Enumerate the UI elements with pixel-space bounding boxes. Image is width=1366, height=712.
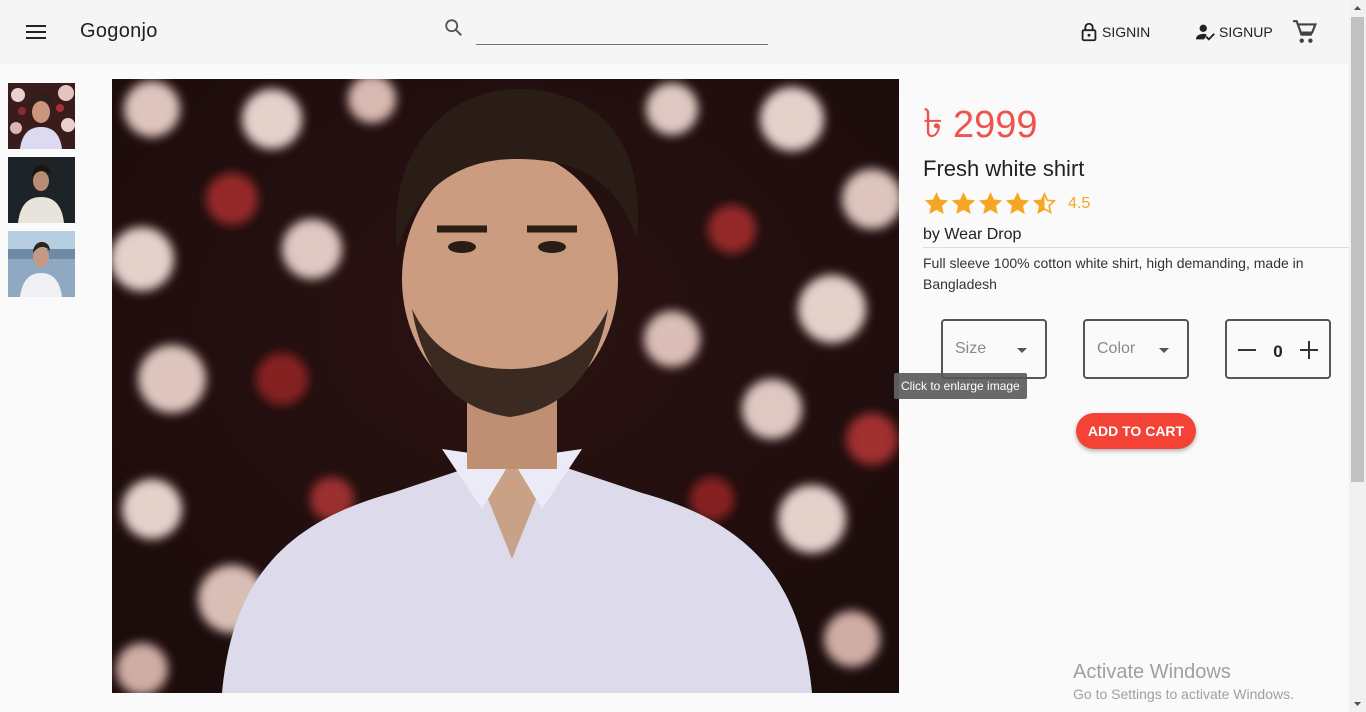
color-select[interactable]: Color [1083, 319, 1189, 379]
person-check-icon [1195, 24, 1215, 41]
rating-value: 4.5 [1068, 195, 1091, 212]
scrollbar-thumb[interactable] [1351, 17, 1364, 482]
thumbnail-2[interactable] [8, 157, 75, 223]
product-photo [112, 79, 899, 693]
caret-down-icon [1017, 348, 1027, 353]
plus-icon[interactable] [1300, 341, 1318, 359]
thumbnail-image [8, 231, 75, 297]
thumbnail-image [8, 157, 75, 223]
star-icon [1005, 192, 1030, 214]
lock-icon [1081, 22, 1097, 42]
divider [923, 247, 1349, 248]
star-icon [978, 192, 1003, 214]
product-description: Full sleeve 100% cotton white shirt, hig… [923, 255, 1304, 292]
star-icon [924, 192, 949, 214]
price-value: 2999 [952, 104, 1038, 146]
product-title: Fresh white shirt [923, 156, 1085, 181]
size-select[interactable]: Size [941, 319, 1047, 379]
signin-label: SIGNIN [1102, 24, 1151, 40]
page-scrollbar[interactable] [1349, 0, 1366, 712]
product-brand[interactable]: Wear Drop [944, 226, 1021, 243]
signup-label: SIGNUP [1219, 24, 1273, 40]
product-brand-line: by Wear Drop [923, 226, 1021, 244]
scroll-up-arrow-icon[interactable] [1349, 0, 1366, 17]
quantity-value: 0 [1273, 342, 1283, 361]
search-icon [445, 19, 463, 37]
color-select-label: Color [1097, 340, 1136, 357]
scroll-down-arrow-icon[interactable] [1349, 695, 1366, 712]
by-prefix: by [923, 226, 940, 243]
star-icon [951, 192, 976, 214]
windows-activation-watermark: Activate Windows Go to Settings to activ… [1073, 661, 1294, 702]
size-select-label: Size [955, 340, 987, 357]
thumbnail-3[interactable] [8, 231, 75, 297]
watermark-line-2: Go to Settings to activate Windows. [1073, 686, 1294, 702]
product-rating: 4.5 [923, 192, 1090, 216]
thumbnail-image [8, 83, 75, 149]
minus-icon[interactable] [1238, 341, 1256, 359]
quantity-stepper: 0 [1225, 319, 1331, 379]
thumbnail-1[interactable] [8, 83, 75, 149]
rating-stars [923, 192, 1058, 216]
add-to-cart-button[interactable]: ADD TO CART [1076, 413, 1196, 449]
cart-icon[interactable] [1292, 19, 1318, 45]
currency-symbol: ৳ [923, 102, 943, 146]
product-main-image[interactable] [112, 79, 899, 693]
menu-icon[interactable] [24, 20, 48, 44]
product-price: ৳ 2999 [923, 92, 1037, 159]
half-star-icon [1032, 192, 1057, 214]
caret-down-icon [1159, 348, 1169, 353]
brand-logo[interactable]: Gogonjo [80, 20, 158, 43]
watermark-line-1: Activate Windows [1073, 661, 1231, 683]
search-input[interactable] [476, 16, 768, 45]
signup-button[interactable]: SIGNUP [1195, 20, 1273, 44]
app-bar: Gogonjo SIGNIN SIGNUP [0, 0, 1349, 64]
signin-button[interactable]: SIGNIN [1078, 20, 1150, 44]
